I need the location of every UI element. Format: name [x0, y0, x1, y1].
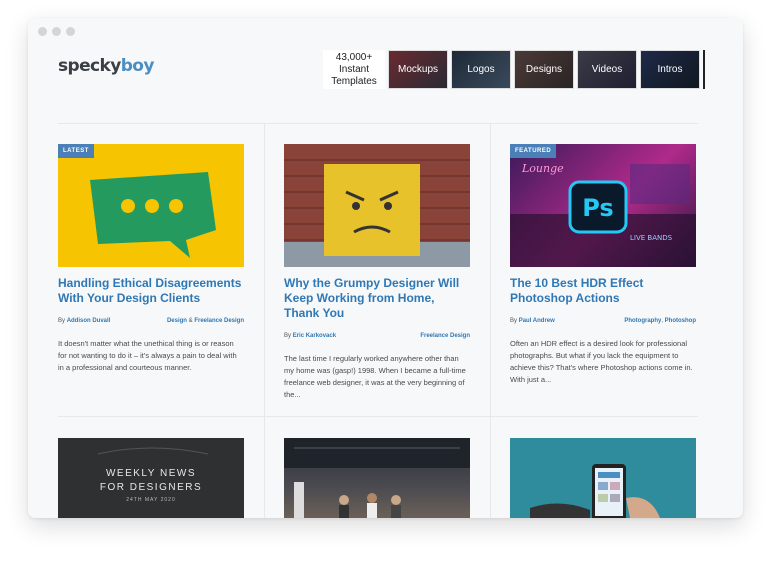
promo-tile-label: Logos — [467, 64, 495, 75]
promo-tile-label: Mockups — [397, 64, 438, 75]
promo-tile-intros[interactable]: Intros — [640, 50, 700, 89]
article-thumbnail[interactable]: LATEST — [58, 144, 244, 267]
promo-tile-partial — [703, 50, 705, 89]
browser-window: speckyboy 43,000+ Instant Templates Mock… — [28, 18, 743, 518]
promo-tile-label: Videos — [591, 64, 623, 75]
promo-count-line2: Instant — [338, 64, 370, 75]
neon-sign-text: Lounge — [521, 162, 564, 175]
article-excerpt: It doesn't matter what the unethical thi… — [58, 339, 237, 372]
article-meta: By Paul Andrew Photography, Photoshop — [510, 318, 696, 324]
photoshop-logo-icon: Ps — [582, 194, 613, 222]
news-date: 24TH MAY 2020 — [126, 497, 176, 503]
article-thumbnail[interactable] — [284, 144, 470, 267]
grumpy-face-illustration-icon — [284, 144, 470, 267]
category-link[interactable]: Freelance Design — [420, 333, 470, 339]
column-divider — [264, 124, 265, 518]
article-categories: Photography, Photoshop — [624, 318, 696, 324]
article-meta: By Eric Karkovack Freelance Design — [284, 333, 470, 339]
article-excerpt: Often an HDR effect is a desired look fo… — [510, 339, 693, 384]
promo-tile-videos[interactable]: Videos — [577, 50, 637, 89]
category-link[interactable]: Photoshop — [665, 318, 696, 324]
category-link[interactable]: Photography — [624, 318, 661, 324]
article-card[interactable]: Why the Grumpy Designer Will Keep Workin… — [284, 144, 470, 401]
article-thumbnail[interactable]: WEEKLY NEWS FOR DESIGNERS 24TH MAY 2020 — [58, 438, 244, 518]
promo-count-number: 43,000+ — [335, 52, 373, 63]
header-divider — [58, 123, 698, 124]
smartphone-hand-illustration-icon — [510, 438, 696, 518]
office-meeting-illustration-icon — [284, 438, 470, 518]
article-title[interactable]: Why the Grumpy Designer Will Keep Workin… — [284, 276, 470, 321]
neon-street-illustration-icon: Ps Lounge LIVE BANDS — [510, 162, 696, 267]
author-link[interactable]: Eric Karkovack — [293, 333, 336, 339]
weekly-news-banner: WEEKLY NEWS FOR DESIGNERS 24TH MAY 2020 — [97, 447, 209, 503]
article-meta: By Addison Duvall Design & Freelance Des… — [58, 318, 244, 324]
category-link[interactable]: Freelance Design — [194, 318, 244, 324]
byline-prefix: By — [510, 318, 518, 324]
article-byline: By Eric Karkovack — [284, 333, 336, 339]
latest-badge: LATEST — [58, 144, 94, 158]
promo-count: 43,000+ Instant Templates — [323, 50, 385, 89]
window-dot-maximize[interactable] — [66, 27, 75, 36]
article-categories: Freelance Design — [420, 333, 470, 339]
author-link[interactable]: Addison Duvall — [67, 318, 111, 324]
category-separator: , — [661, 318, 663, 324]
promo-tile-logos[interactable]: Logos — [451, 50, 511, 89]
featured-badge: FEATURED — [510, 144, 557, 158]
article-card[interactable]: Ps Lounge LIVE BANDS FEATURED The 10 Bes… — [510, 144, 696, 386]
promo-tile-label: Intros — [657, 64, 683, 75]
byline-prefix: By — [284, 333, 292, 339]
neon-sign-text: LIVE BANDS — [630, 234, 673, 242]
row-divider — [58, 416, 698, 417]
article-thumbnail[interactable] — [284, 438, 470, 518]
promo-tile-designs[interactable]: Designs — [514, 50, 574, 89]
article-thumbnail[interactable]: Ps Lounge LIVE BANDS FEATURED — [510, 144, 696, 267]
promo-count-line3: Templates — [331, 76, 377, 87]
window-dot-close[interactable] — [38, 27, 47, 36]
category-separator: & — [188, 318, 193, 324]
templates-promo-banner[interactable]: 43,000+ Instant Templates Mockups Logos … — [323, 50, 705, 89]
article-byline: By Paul Andrew — [510, 318, 555, 324]
column-divider — [490, 124, 491, 518]
news-headline: WEEKLY NEWS — [106, 468, 196, 479]
promo-tile-mockups[interactable]: Mockups — [388, 50, 448, 89]
article-thumbnail[interactable] — [510, 438, 696, 518]
article-byline: By Addison Duvall — [58, 318, 110, 324]
article-excerpt: The last time I regularly worked anywher… — [284, 354, 466, 399]
byline-prefix: By — [58, 318, 66, 324]
article-title[interactable]: The 10 Best HDR Effect Photoshop Actions — [510, 276, 696, 306]
news-headline: FOR DESIGNERS — [100, 482, 202, 493]
author-link[interactable]: Paul Andrew — [519, 318, 555, 324]
promo-tile-label: Designs — [525, 64, 563, 75]
site-logo[interactable]: speckyboy — [58, 56, 154, 76]
window-dot-minimize[interactable] — [52, 27, 61, 36]
article-title[interactable]: Handling Ethical Disagreements With Your… — [58, 276, 244, 306]
category-link[interactable]: Design — [167, 318, 187, 324]
article-card[interactable]: LATEST Handling Ethical Disagreements Wi… — [58, 144, 244, 374]
logo-text: specky — [58, 56, 121, 76]
logo-accent-text: boy — [120, 56, 155, 76]
speech-bubble-illustration-icon — [90, 172, 216, 258]
article-categories: Design & Freelance Design — [167, 318, 244, 324]
